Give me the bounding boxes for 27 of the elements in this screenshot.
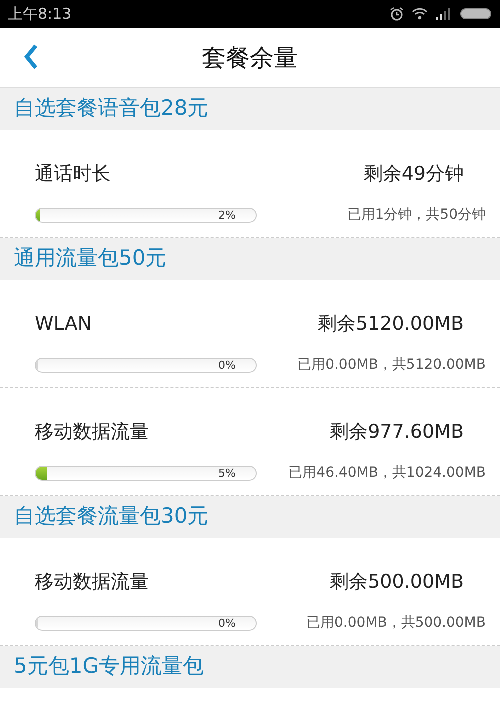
percent-label: 5% (218, 466, 236, 480)
remaining-amount: 剩余49分钟 (364, 162, 465, 187)
wifi-icon (412, 8, 428, 20)
status-time: 上午8:13 (8, 4, 72, 25)
usage-text: 已用0.00MB，共5120.00MB (298, 356, 486, 374)
percent-label: 0% (218, 616, 236, 630)
percent-label: 0% (218, 358, 236, 372)
package-header: 自选套餐语音包28元 (0, 88, 500, 130)
usage-text: 已用0.00MB，共500.00MB (306, 614, 486, 632)
remaining-amount: 剩余5120.00MB (318, 312, 465, 337)
item-name: WLAN (35, 312, 92, 337)
item-name: 通话时长 (35, 162, 111, 187)
battery-icon (460, 8, 492, 20)
percent-label: 2% (218, 208, 236, 222)
alarm-icon (390, 7, 404, 21)
page-title: 套餐余量 (202, 42, 298, 74)
signal-icon (436, 8, 452, 20)
package-header: 自选套餐流量包30元 (0, 496, 500, 538)
item-name: 移动数据流量 (35, 420, 149, 445)
usage-text: 已用46.40MB，共1024.00MB (288, 464, 486, 482)
remaining-amount: 剩余500.00MB (330, 570, 465, 595)
item-name: 移动数据流量 (35, 570, 149, 595)
remaining-amount: 剩余977.60MB (330, 420, 465, 445)
package-header: 通用流量包50元 (0, 238, 500, 280)
back-icon[interactable] (24, 44, 38, 70)
usage-text: 已用1分钟，共50分钟 (347, 206, 486, 224)
package-header: 5元包1G专用流量包 (0, 646, 500, 688)
